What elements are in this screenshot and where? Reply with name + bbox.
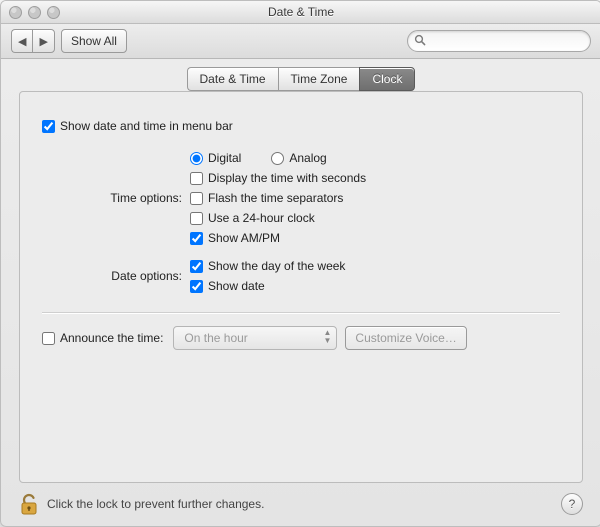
display-seconds-label: Display the time with seconds <box>208 171 366 185</box>
announce-interval-value: On the hour <box>184 331 247 345</box>
lock-icon[interactable] <box>19 492 39 516</box>
use-24h-label: Use a 24-hour clock <box>208 211 315 225</box>
customize-voice-button[interactable]: Customize Voice… <box>345 326 466 350</box>
show-date-checkbox[interactable] <box>190 280 203 293</box>
announce-time-checkbox[interactable] <box>42 332 55 345</box>
search-field-wrap <box>407 30 591 52</box>
search-icon <box>414 34 426 49</box>
prefs-window: Date & Time ◀ ▶ Show All Date & Time Tim… <box>0 0 600 527</box>
lock-text: Click the lock to prevent further change… <box>47 497 264 511</box>
analog-radio[interactable] <box>271 152 284 165</box>
toolbar: ◀ ▶ Show All <box>1 24 600 59</box>
triangle-right-icon: ▶ <box>39 35 47 48</box>
titlebar: Date & Time <box>1 1 600 24</box>
use-24h-checkbox[interactable] <box>190 212 203 225</box>
flash-separators-checkbox[interactable] <box>190 192 203 205</box>
clock-panel: Show date and time in menu bar Time opti… <box>19 91 583 483</box>
announce-interval-select[interactable]: On the hour ▲▼ <box>173 326 337 350</box>
show-ampm-checkbox[interactable] <box>190 232 203 245</box>
display-seconds-checkbox[interactable] <box>190 172 203 185</box>
show-day-checkbox[interactable] <box>190 260 203 273</box>
date-options-label: Date options: <box>42 269 182 283</box>
tabs: Date & Time Time Zone Clock <box>1 67 600 91</box>
time-options-label: Time options: <box>42 191 182 205</box>
digital-label: Digital <box>208 151 241 165</box>
flash-separators-label: Flash the time separators <box>208 191 343 205</box>
show-day-label: Show the day of the week <box>208 259 345 273</box>
digital-radio[interactable] <box>190 152 203 165</box>
search-input[interactable] <box>407 30 591 52</box>
footer: Click the lock to prevent further change… <box>1 492 600 516</box>
triangle-left-icon: ◀ <box>18 35 26 48</box>
announce-time-label: Announce the time: <box>60 331 163 345</box>
help-button[interactable]: ? <box>561 493 583 515</box>
tab-date-time[interactable]: Date & Time <box>187 67 278 91</box>
content-area: Date & Time Time Zone Clock Show date an… <box>1 57 600 526</box>
show-ampm-label: Show AM/PM <box>208 231 280 245</box>
tab-clock[interactable]: Clock <box>359 67 415 91</box>
window-title: Date & Time <box>1 5 600 19</box>
back-button[interactable]: ◀ <box>11 29 32 53</box>
forward-button[interactable]: ▶ <box>32 29 54 53</box>
show-all-button[interactable]: Show All <box>61 29 127 53</box>
stepper-arrows-icon: ▲▼ <box>323 329 331 345</box>
show-in-menubar-label: Show date and time in menu bar <box>60 119 233 133</box>
tab-time-zone[interactable]: Time Zone <box>278 67 360 91</box>
analog-label: Analog <box>289 151 326 165</box>
nav-segment: ◀ ▶ <box>11 29 55 53</box>
show-in-menubar-checkbox[interactable] <box>42 120 55 133</box>
show-date-label: Show date <box>208 279 265 293</box>
divider <box>42 312 560 314</box>
